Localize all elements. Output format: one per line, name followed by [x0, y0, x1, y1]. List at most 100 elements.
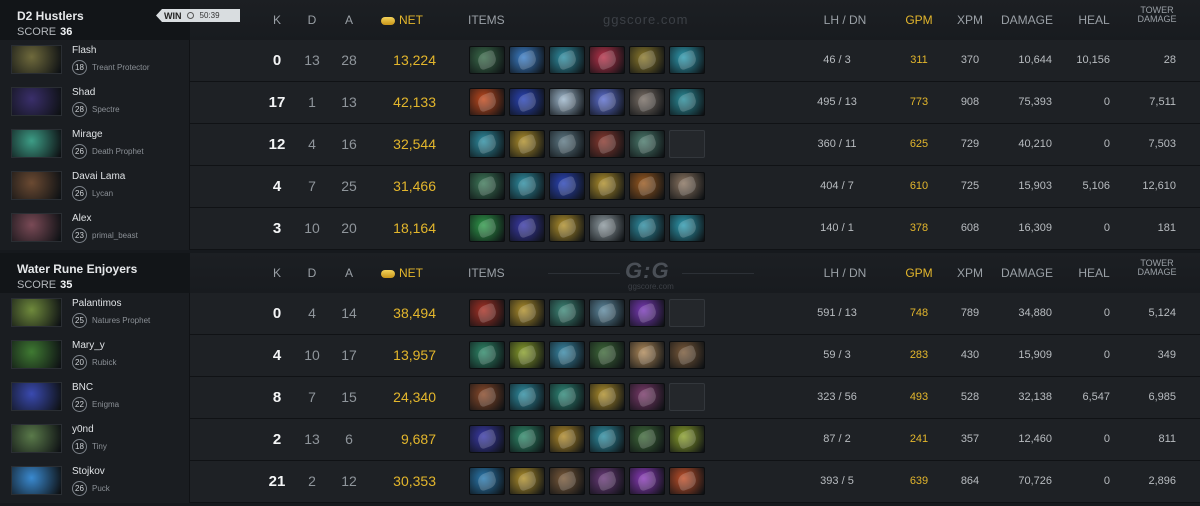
hero-portrait[interactable] — [11, 382, 62, 411]
item-icon[interactable] — [589, 341, 625, 369]
hero-portrait[interactable] — [11, 340, 62, 369]
player-info[interactable]: Mirage 26 Death Prophet — [0, 124, 190, 166]
item-icon[interactable] — [589, 214, 625, 242]
item-icon[interactable] — [469, 425, 505, 453]
item-icon[interactable] — [549, 214, 585, 242]
hero-portrait[interactable] — [11, 213, 62, 242]
item-icon[interactable] — [509, 130, 545, 158]
item-icon[interactable] — [469, 467, 505, 495]
player-info[interactable]: y0nd 18 Tiny — [0, 419, 190, 461]
item-icon[interactable] — [669, 172, 705, 200]
item-icon[interactable] — [509, 299, 545, 327]
item-icon[interactable] — [669, 46, 705, 74]
hero-portrait[interactable] — [11, 45, 62, 74]
player-name[interactable]: Mary_y — [72, 340, 105, 351]
item-icon[interactable] — [669, 467, 705, 495]
item-icon[interactable] — [589, 383, 625, 411]
item-icon[interactable] — [469, 172, 505, 200]
player-name[interactable]: Palantimos — [72, 298, 121, 309]
player-row[interactable]: Alex 23 primal_beast 3 10 20 18,164 140 … — [0, 208, 1200, 250]
item-icon[interactable] — [589, 46, 625, 74]
player-name[interactable]: y0nd — [72, 424, 94, 435]
player-row[interactable]: y0nd 18 Tiny 2 13 6 9,687 87 / 2 241 357… — [0, 419, 1200, 461]
item-icon[interactable] — [469, 383, 505, 411]
player-row[interactable]: Flash 18 Treant Protector 0 13 28 13,224… — [0, 40, 1200, 82]
item-icon[interactable] — [469, 341, 505, 369]
player-row[interactable]: Davai Lama 26 Lycan 4 7 25 31,466 404 / … — [0, 166, 1200, 208]
item-icon[interactable] — [549, 46, 585, 74]
player-row[interactable]: Stojkov 26 Puck 21 2 12 30,353 393 / 5 6… — [0, 461, 1200, 503]
item-icon[interactable] — [669, 214, 705, 242]
item-icon[interactable] — [509, 88, 545, 116]
item-icon[interactable] — [509, 214, 545, 242]
item-icon[interactable] — [589, 467, 625, 495]
item-icon[interactable] — [589, 172, 625, 200]
hero-portrait[interactable] — [11, 298, 62, 327]
item-icon[interactable] — [509, 172, 545, 200]
item-icon[interactable] — [629, 341, 665, 369]
player-row[interactable]: Mary_y 20 Rubick 4 10 17 13,957 59 / 3 2… — [0, 335, 1200, 377]
hero-portrait[interactable] — [11, 87, 62, 116]
item-icon[interactable] — [629, 425, 665, 453]
item-icon[interactable] — [549, 467, 585, 495]
item-icon[interactable] — [509, 467, 545, 495]
player-info[interactable]: Mary_y 20 Rubick — [0, 335, 190, 377]
player-name[interactable]: Flash — [72, 45, 96, 56]
item-icon[interactable] — [549, 425, 585, 453]
item-icon[interactable] — [589, 425, 625, 453]
item-icon[interactable] — [669, 341, 705, 369]
item-icon[interactable] — [629, 130, 665, 158]
player-info[interactable]: Davai Lama 26 Lycan — [0, 166, 190, 208]
item-icon[interactable] — [469, 130, 505, 158]
hero-portrait[interactable] — [11, 129, 62, 158]
item-icon[interactable] — [509, 341, 545, 369]
item-icon[interactable] — [629, 299, 665, 327]
player-name[interactable]: Mirage — [72, 129, 103, 140]
item-icon[interactable] — [629, 383, 665, 411]
player-row[interactable]: Mirage 26 Death Prophet 12 4 16 32,544 3… — [0, 124, 1200, 166]
item-icon[interactable] — [549, 299, 585, 327]
item-icon[interactable] — [629, 214, 665, 242]
player-row[interactable]: BNC 22 Enigma 8 7 15 24,340 323 / 56 493… — [0, 377, 1200, 419]
item-icon[interactable] — [469, 46, 505, 74]
item-icon[interactable] — [669, 88, 705, 116]
empty-item-slot[interactable] — [669, 383, 705, 411]
player-info[interactable]: Shad 28 Spectre — [0, 82, 190, 124]
player-info[interactable]: Alex 23 primal_beast — [0, 208, 190, 250]
player-name[interactable]: Stojkov — [72, 466, 105, 477]
player-row[interactable]: Palantimos 25 Natures Prophet 0 4 14 38,… — [0, 293, 1200, 335]
item-icon[interactable] — [509, 383, 545, 411]
empty-item-slot[interactable] — [669, 130, 705, 158]
item-icon[interactable] — [629, 172, 665, 200]
player-name[interactable]: Alex — [72, 213, 91, 224]
empty-item-slot[interactable] — [669, 299, 705, 327]
player-name[interactable]: Shad — [72, 87, 95, 98]
hero-portrait[interactable] — [11, 466, 62, 495]
item-icon[interactable] — [589, 88, 625, 116]
player-name[interactable]: BNC — [72, 382, 93, 393]
player-info[interactable]: Palantimos 25 Natures Prophet — [0, 293, 190, 335]
item-icon[interactable] — [629, 467, 665, 495]
item-icon[interactable] — [509, 46, 545, 74]
player-row[interactable]: Shad 28 Spectre 17 1 13 42,133 495 / 13 … — [0, 82, 1200, 124]
item-icon[interactable] — [669, 425, 705, 453]
item-icon[interactable] — [469, 299, 505, 327]
item-icon[interactable] — [469, 88, 505, 116]
item-icon[interactable] — [549, 341, 585, 369]
item-icon[interactable] — [549, 172, 585, 200]
player-info[interactable]: BNC 22 Enigma — [0, 377, 190, 419]
hero-portrait[interactable] — [11, 171, 62, 200]
hero-portrait[interactable] — [11, 424, 62, 453]
item-icon[interactable] — [589, 130, 625, 158]
player-info[interactable]: Stojkov 26 Puck — [0, 461, 190, 503]
item-icon[interactable] — [509, 425, 545, 453]
item-icon[interactable] — [549, 130, 585, 158]
player-info[interactable]: Flash 18 Treant Protector — [0, 40, 190, 82]
item-icon[interactable] — [629, 46, 665, 74]
item-icon[interactable] — [469, 214, 505, 242]
player-name[interactable]: Davai Lama — [72, 171, 125, 182]
item-icon[interactable] — [589, 299, 625, 327]
item-icon[interactable] — [549, 383, 585, 411]
item-icon[interactable] — [629, 88, 665, 116]
item-icon[interactable] — [549, 88, 585, 116]
